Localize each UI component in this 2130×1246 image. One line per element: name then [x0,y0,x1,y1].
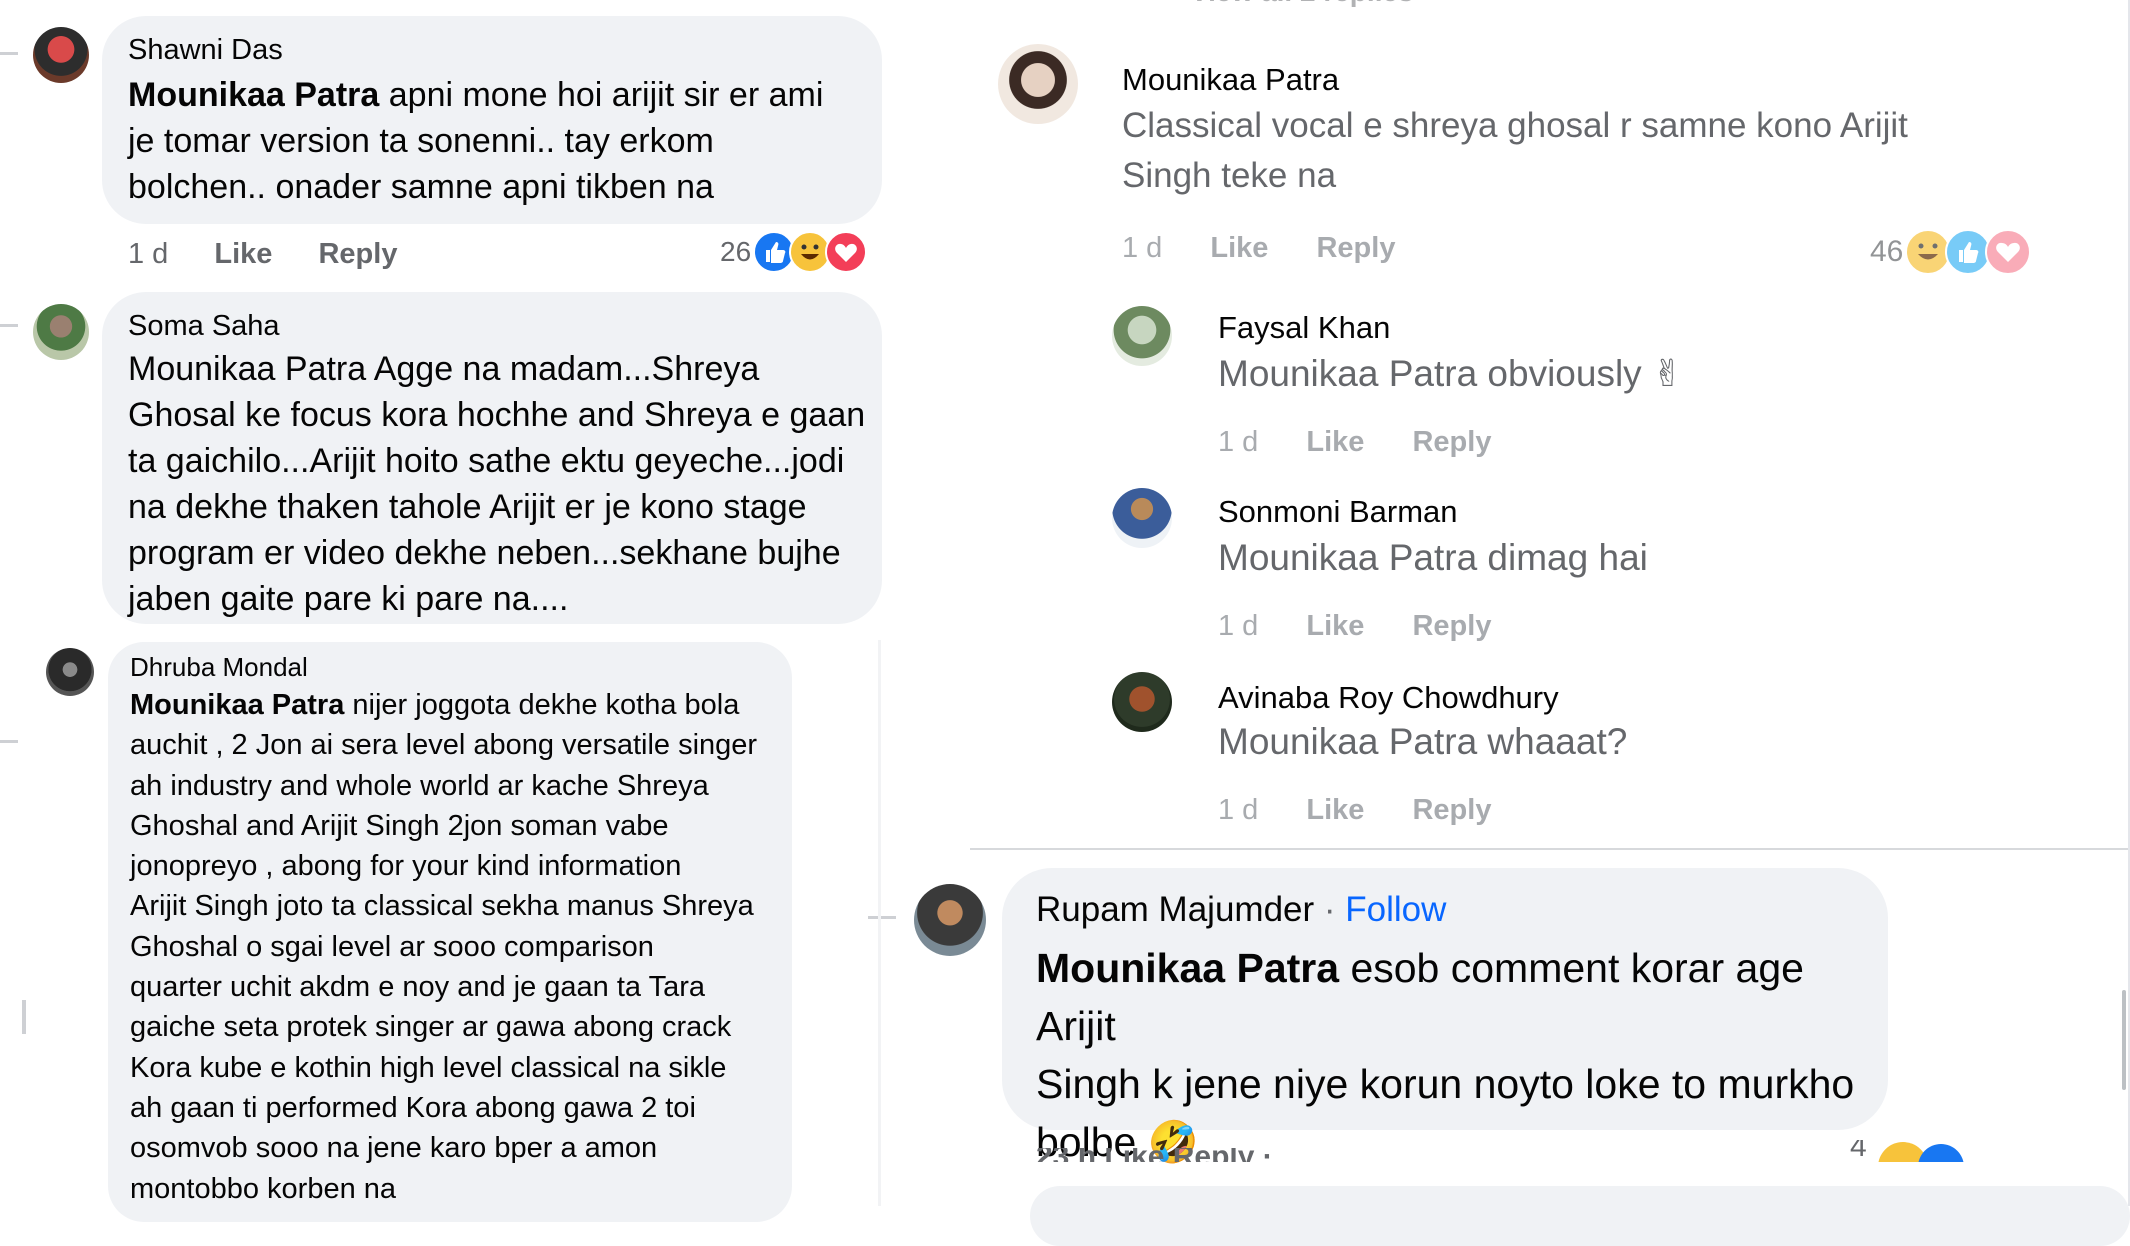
reply-button[interactable]: Reply [318,238,397,270]
reply-button[interactable]: Reply [1316,232,1395,264]
thread-line [0,52,18,55]
scrollbar[interactable] [2122,990,2126,1090]
like-reaction-icon [1918,1144,1964,1162]
avatar[interactable] [33,27,89,83]
right-comments-panel: View all 2 replies Mounikaa Patra Classi… [868,0,2130,1246]
reaction-summary[interactable]: 46 [1870,229,2032,275]
reply-author[interactable]: Faysal Khan [1218,310,1390,346]
reply-button[interactable]: Reply [1412,794,1491,826]
thread-line [22,1000,26,1034]
reply-button[interactable]: Reply [1412,426,1491,458]
love-reaction-icon [825,231,868,273]
mention-tag[interactable]: Mounikaa Patra [130,689,344,721]
like-button[interactable]: Like [1306,610,1364,642]
reaction-count: 4 [1850,1140,1867,1162]
reply-button[interactable]: Reply [1412,610,1491,642]
reply-author[interactable]: Avinaba Roy Chowdhury [1218,680,1559,716]
left-comments-panel: Shawni Das Mounikaa Patra apni mone hoi … [0,0,890,1222]
comment-text: Mounikaa Patra esob comment korar age Ar… [1036,945,1855,1165]
avatar[interactable] [998,44,1078,124]
section-divider [970,848,2130,850]
like-button[interactable]: Like [214,238,272,270]
mention-tag[interactable]: Mounikaa Patra [1218,721,1477,762]
comment-author[interactable]: Mounikaa Patra [1122,62,1339,98]
comment-text: Mounikaa Patra nijer joggota dekhe kotha… [130,689,758,1205]
mention-tag[interactable]: Mounikaa Patra [128,76,379,114]
reaction-summary[interactable]: 4 [1850,1140,2000,1162]
comment-author[interactable]: Dhruba Mondal [130,652,308,683]
follow-button[interactable]: Follow [1345,890,1446,929]
next-comment-bubble [1030,1186,2130,1246]
avatar[interactable] [46,648,94,696]
reply-time[interactable]: 1 d [1218,426,1258,458]
like-button[interactable]: Like [1210,232,1268,264]
like-button[interactable]: Like [1306,794,1364,826]
thread-line [0,740,18,743]
mention-tag[interactable]: Mounikaa Patra [1218,353,1477,394]
reply-text: Mounikaa Patra whaaat? [1218,721,1628,762]
avatar[interactable] [1112,488,1172,548]
comment-text: Mounikaa Patra apni mone hoi arijit sir … [128,76,824,206]
reply-time[interactable]: 1 d [1218,610,1258,642]
thread-line [868,916,896,919]
comment-text: Classical vocal e shreya ghosal r samne … [1122,106,1908,195]
actions-fragment-text: 23 h Like Reply · [1036,1148,1273,1162]
reply-text: Mounikaa Patra dimag hai [1218,537,1648,578]
reply-author[interactable]: Sonmoni Barman [1218,494,1458,530]
like-button[interactable]: Like [1306,426,1364,458]
panel-separator [878,640,881,1206]
reply-actions: 1 d Like Reply [1218,794,1491,827]
avatar[interactable] [1112,306,1172,366]
reply-actions: 1 d Like Reply [1218,426,1491,459]
reaction-summary[interactable]: 26 [720,231,868,273]
comment-actions: 1 d Like Reply [1122,232,1395,265]
comment-actions-fragment: 23 h Like Reply · [1036,1148,1886,1162]
separator: · [1323,890,1336,929]
avatar[interactable] [33,304,89,360]
comment-author[interactable]: Rupam Majumder [1036,890,1314,929]
reply-time[interactable]: 1 d [1218,794,1258,826]
comment-time[interactable]: 1 d [128,238,168,270]
comment-actions: 1 d Like Reply [128,238,397,271]
comment-header: Rupam Majumder · Follow [1036,890,1446,930]
reaction-count: 26 [720,236,752,267]
reply-text: Mounikaa Patra obviously ✌ [1218,353,1683,394]
comment-text: Mounikaa Patra Agge na madam...Shreya Gh… [128,350,866,618]
mention-tag[interactable]: Mounikaa Patra [1218,537,1477,578]
reply-actions: 1 d Like Reply [1218,610,1491,643]
comment-author[interactable]: Shawni Das [128,34,283,67]
view-replies-fragment[interactable]: View all 2 replies [1190,0,1414,8]
avatar[interactable] [914,884,986,956]
comment-author[interactable]: Soma Saha [128,310,280,343]
reaction-count: 46 [1870,235,1904,268]
love-reaction-icon [1985,229,2032,275]
thread-line [0,324,18,327]
comment-time[interactable]: 1 d [1122,232,1162,264]
mention-tag[interactable]: Mounikaa Patra [1036,945,1339,991]
avatar[interactable] [1112,672,1172,732]
